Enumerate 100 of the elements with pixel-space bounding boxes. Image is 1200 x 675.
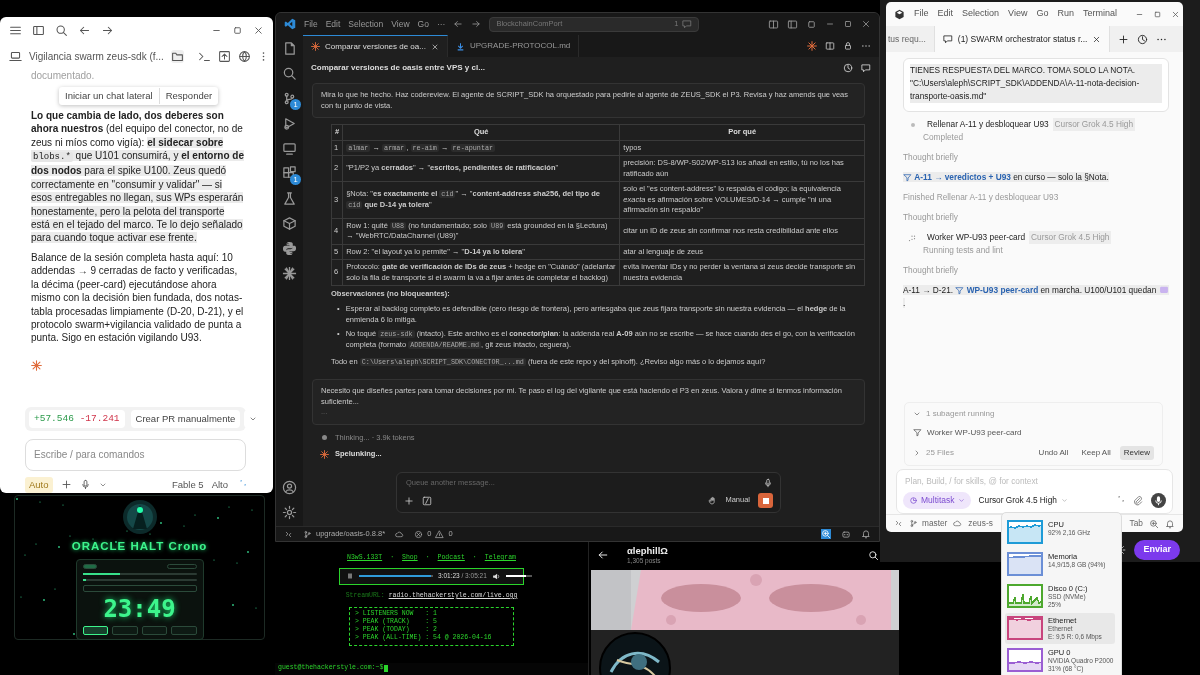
effort-selector[interactable]: Alto (211, 477, 228, 492)
sidebar-icon[interactable] (787, 18, 798, 30)
mode-selector[interactable]: Auto (25, 476, 53, 493)
back-icon[interactable] (597, 549, 609, 561)
sparkle-icon (31, 359, 42, 371)
input-field[interactable] (82, 585, 197, 593)
menu-item[interactable]: Go (1036, 7, 1049, 21)
menu-item[interactable]: Edit (325, 17, 341, 31)
action-button[interactable]: Review (1119, 445, 1154, 460)
stop-button[interactable] (758, 493, 773, 508)
volume-track[interactable] (505, 575, 532, 578)
bell-icon[interactable] (1165, 518, 1175, 529)
volume-icon[interactable] (491, 571, 501, 581)
mic-icon[interactable] (763, 477, 773, 488)
add-icon[interactable] (60, 479, 72, 491)
search-icon[interactable] (55, 23, 68, 37)
model-tag: Cursor Grok 4.5 High (1029, 231, 1112, 244)
back-icon[interactable] (453, 19, 464, 29)
create-pr-button[interactable]: Crear PR manualmente (130, 409, 241, 428)
message-paragraph: Lo que cambia de lado, dos deberes son ahora nuestros (del equipo del conector, no de zeus ni míos como vigía): el sidecar sobre blobs.* que U101 consumirá, y el entorno de dos nodos para el spike U100. Zeus quedó correctamente en "consumir y validar" — si esos entregables no llegan, sus WPs esperarán honestamente, pero la pelota del transporte está en el tejado del marco. Te lo dejo señalado para cuando toque activar ese frente. (31, 108, 245, 245)
menu-item[interactable]: Iniciar un chat lateral (59, 88, 159, 104)
menu-item[interactable]: File (304, 17, 318, 31)
chat-tab[interactable]: (1) SWARM orchestrator status r... (934, 26, 1111, 52)
close-icon[interactable] (861, 19, 871, 29)
extensions-icon[interactable] (282, 166, 297, 181)
menu-item[interactable]: View (1008, 7, 1028, 21)
caret-icon[interactable] (249, 415, 258, 423)
bot-icon[interactable] (841, 529, 851, 539)
history-icon[interactable] (1137, 33, 1149, 45)
menu-item[interactable]: Go (417, 17, 429, 31)
text-cursor (384, 664, 389, 672)
task-link[interactable]: A-11 → veredictos + U93 (914, 172, 1011, 182)
layout-icon[interactable] (768, 18, 779, 30)
zoom-icon[interactable] (821, 529, 831, 539)
panel-icon[interactable] (806, 18, 817, 30)
pause-icon[interactable] (346, 572, 354, 581)
add-icon[interactable] (1118, 33, 1130, 45)
zoom-icon[interactable] (1149, 518, 1159, 529)
chat-icon[interactable] (861, 63, 871, 73)
cloud-icon[interactable] (395, 529, 405, 539)
account-icon[interactable] (282, 480, 297, 495)
close-icon[interactable] (253, 24, 264, 36)
model-selector[interactable]: Cursor Grok 4.5 High (978, 494, 1057, 507)
action-button[interactable]: Undo All (1034, 445, 1073, 460)
testing-icon[interactable] (282, 191, 297, 206)
task-link[interactable]: WP-U93 peer-card (966, 285, 1039, 295)
globe-icon[interactable] (237, 49, 251, 63)
search-icon[interactable] (868, 549, 879, 561)
upload-icon[interactable] (217, 49, 231, 63)
action-button[interactable]: Keep All (1077, 445, 1115, 460)
sidebar-icon[interactable] (32, 23, 45, 37)
slider-track[interactable] (82, 579, 197, 582)
files-icon[interactable] (282, 41, 297, 56)
forward-icon[interactable] (471, 19, 482, 29)
sparkle-icon[interactable] (282, 266, 297, 281)
menu-item[interactable]: Run (1057, 7, 1074, 21)
chat-tab[interactable]: tus requ... (886, 26, 935, 52)
close-icon[interactable] (430, 42, 439, 51)
menu-item[interactable]: View (391, 17, 410, 31)
menu-item[interactable]: Selection (348, 17, 384, 31)
search-icon[interactable] (282, 66, 297, 81)
sparkle-icon[interactable] (807, 41, 817, 51)
package-icon[interactable] (282, 216, 297, 231)
mode-selector[interactable]: Multitask (903, 492, 971, 509)
maximize-icon[interactable] (843, 19, 853, 29)
add-icon[interactable] (404, 495, 414, 506)
menu-item[interactable]: Edit (937, 7, 954, 21)
menu-item[interactable]: Selection (962, 7, 1000, 21)
run-icon[interactable] (282, 116, 297, 131)
slash-icon[interactable] (422, 495, 432, 506)
menu-item[interactable]: Responder (158, 88, 219, 104)
folder-icon[interactable] (170, 49, 184, 63)
bell-icon[interactable] (861, 529, 871, 539)
close-icon[interactable] (1170, 9, 1180, 19)
branch-icon[interactable] (909, 519, 918, 528)
split-icon[interactable] (825, 41, 835, 51)
task-status: Completed (923, 131, 965, 144)
menu-item[interactable]: Terminal (1082, 7, 1117, 21)
message-input[interactable]: Escribe / para comandos (25, 438, 246, 471)
maximize-icon[interactable] (1152, 9, 1162, 19)
workspace-name[interactable]: zeus-s (968, 517, 993, 530)
branch-icon[interactable] (303, 529, 312, 539)
branch-name[interactable]: master (922, 517, 948, 530)
settings-icon[interactable] (282, 505, 297, 520)
close-icon[interactable] (1092, 34, 1102, 44)
slider-track[interactable] (82, 573, 197, 576)
model-selector[interactable]: Fable 5 (171, 477, 204, 492)
attach-icon[interactable] (1132, 495, 1143, 507)
python-icon[interactable] (282, 241, 297, 256)
caret-icon[interactable] (913, 448, 921, 457)
send-button[interactable]: Enviar (1134, 540, 1180, 560)
lock-icon[interactable] (843, 41, 853, 51)
menu-item[interactable]: File (914, 7, 929, 21)
editor-tab[interactable]: UPGRADE-PROTOCOL.md (447, 35, 580, 57)
editor-tab[interactable]: Comparar versiones de oa... (303, 35, 448, 57)
toggle-switch[interactable] (82, 564, 97, 570)
menu-item[interactable]: ··· (436, 17, 446, 31)
cloud-icon[interactable] (953, 519, 963, 528)
maximize-icon[interactable] (232, 24, 243, 36)
mic-icon[interactable] (1151, 493, 1166, 509)
